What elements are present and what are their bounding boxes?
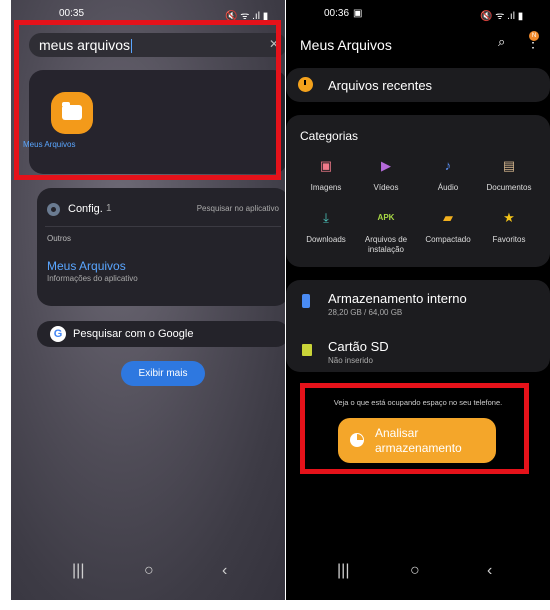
category-label: Downloads: [306, 235, 346, 244]
category-favorites[interactable]: ★ Favoritos: [477, 210, 541, 245]
clock-icon: [298, 77, 313, 92]
google-search-button[interactable]: G Pesquisar com o Google: [37, 321, 285, 347]
category-label: Documentos: [486, 183, 532, 192]
settings-count: 1: [106, 203, 112, 214]
files-screen: 00:36 ▣ 🔇 ᯤ .ıl ▮ Meus Arquivos ⌕ ⋮ N Ar…: [286, 0, 550, 600]
search-icon[interactable]: ⌕: [498, 34, 505, 50]
category-label: Compactado: [425, 235, 471, 244]
category-audio[interactable]: ♪ Áudio: [416, 158, 480, 193]
apk-icon: APK: [377, 213, 395, 222]
sd-card-button[interactable]: Cartão SD: [328, 339, 389, 354]
internal-storage-usage: 28,20 GB / 64,00 GB: [328, 308, 403, 317]
categories-card: Categorias ▣ Imagens ▶ Vídeos ♪ Áudio ▤ …: [286, 115, 550, 267]
home-icon[interactable]: ○: [410, 562, 420, 580]
highlight-search-result: [14, 20, 281, 180]
category-compressed[interactable]: ▰ Compactado: [416, 210, 480, 245]
status-time: 00:36: [324, 8, 350, 19]
back-icon[interactable]: ‹: [222, 562, 227, 580]
app-info-caption: Informações do aplicativo: [47, 274, 138, 283]
home-icon[interactable]: ○: [144, 562, 154, 580]
gallery-icon: ▣: [353, 8, 363, 19]
back-icon[interactable]: ‹: [487, 562, 492, 580]
recents-icon[interactable]: |||: [72, 562, 84, 580]
document-icon: ▤: [502, 158, 516, 173]
storage-card: Armazenamento interno 28,20 GB / 64,00 G…: [286, 280, 550, 372]
sd-card-icon: [302, 344, 312, 356]
video-icon: ▶: [381, 158, 391, 173]
category-downloads[interactable]: ⤓ Downloads: [294, 210, 358, 245]
categories-title: Categorias: [300, 129, 359, 143]
music-note-icon: ♪: [444, 158, 452, 173]
category-label: Imagens: [310, 183, 342, 192]
phone-icon: [302, 294, 310, 308]
page-title: Meus Arquivos: [300, 37, 392, 53]
google-search-label: Pesquisar com o Google: [73, 328, 194, 340]
nav-bar: ||| ○ ‹: [11, 562, 285, 582]
category-documents[interactable]: ▤ Documentos: [477, 158, 541, 193]
image-icon: ▣: [319, 158, 333, 173]
category-label: Favoritos: [492, 235, 526, 244]
download-icon: ⤓: [323, 210, 329, 225]
recent-files-label: Arquivos recentes: [328, 78, 433, 93]
google-icon: G: [50, 326, 66, 342]
category-apk[interactable]: APK Arquivos de instalação: [354, 210, 418, 255]
zip-folder-icon: ▰: [443, 210, 453, 225]
recent-files-button[interactable]: Arquivos recentes: [286, 68, 550, 102]
category-videos[interactable]: ▶ Vídeos: [354, 158, 418, 193]
internal-storage-button[interactable]: Armazenamento interno: [328, 291, 467, 306]
app-info-link[interactable]: Meus Arquivos: [47, 259, 126, 273]
gear-icon: [47, 203, 60, 216]
highlight-analyze-button: [300, 383, 529, 474]
nav-bar: ||| ○ ‹: [286, 562, 550, 582]
settings-title[interactable]: Config.: [68, 203, 103, 215]
star-icon: ★: [503, 210, 515, 225]
category-label: Vídeos: [373, 183, 399, 192]
notification-badge: N: [529, 31, 539, 41]
recents-icon[interactable]: |||: [337, 562, 349, 580]
category-images[interactable]: ▣ Imagens: [294, 158, 358, 193]
section-label: Outros: [47, 234, 72, 243]
status-icons: 🔇 ᯤ .ıl ▮: [480, 11, 524, 22]
show-more-button[interactable]: Exibir mais: [121, 361, 205, 386]
category-label: Áudio: [437, 183, 459, 192]
category-label: Arquivos de instalação: [364, 235, 408, 254]
sd-card-status: Não inserido: [328, 356, 373, 365]
status-time: 00:35: [59, 8, 85, 19]
search-in-app-link[interactable]: Pesquisar no aplicativo: [197, 204, 279, 213]
settings-result-card: Config. 1 Pesquisar no aplicativo Outros…: [37, 188, 285, 306]
divider: [45, 226, 281, 227]
